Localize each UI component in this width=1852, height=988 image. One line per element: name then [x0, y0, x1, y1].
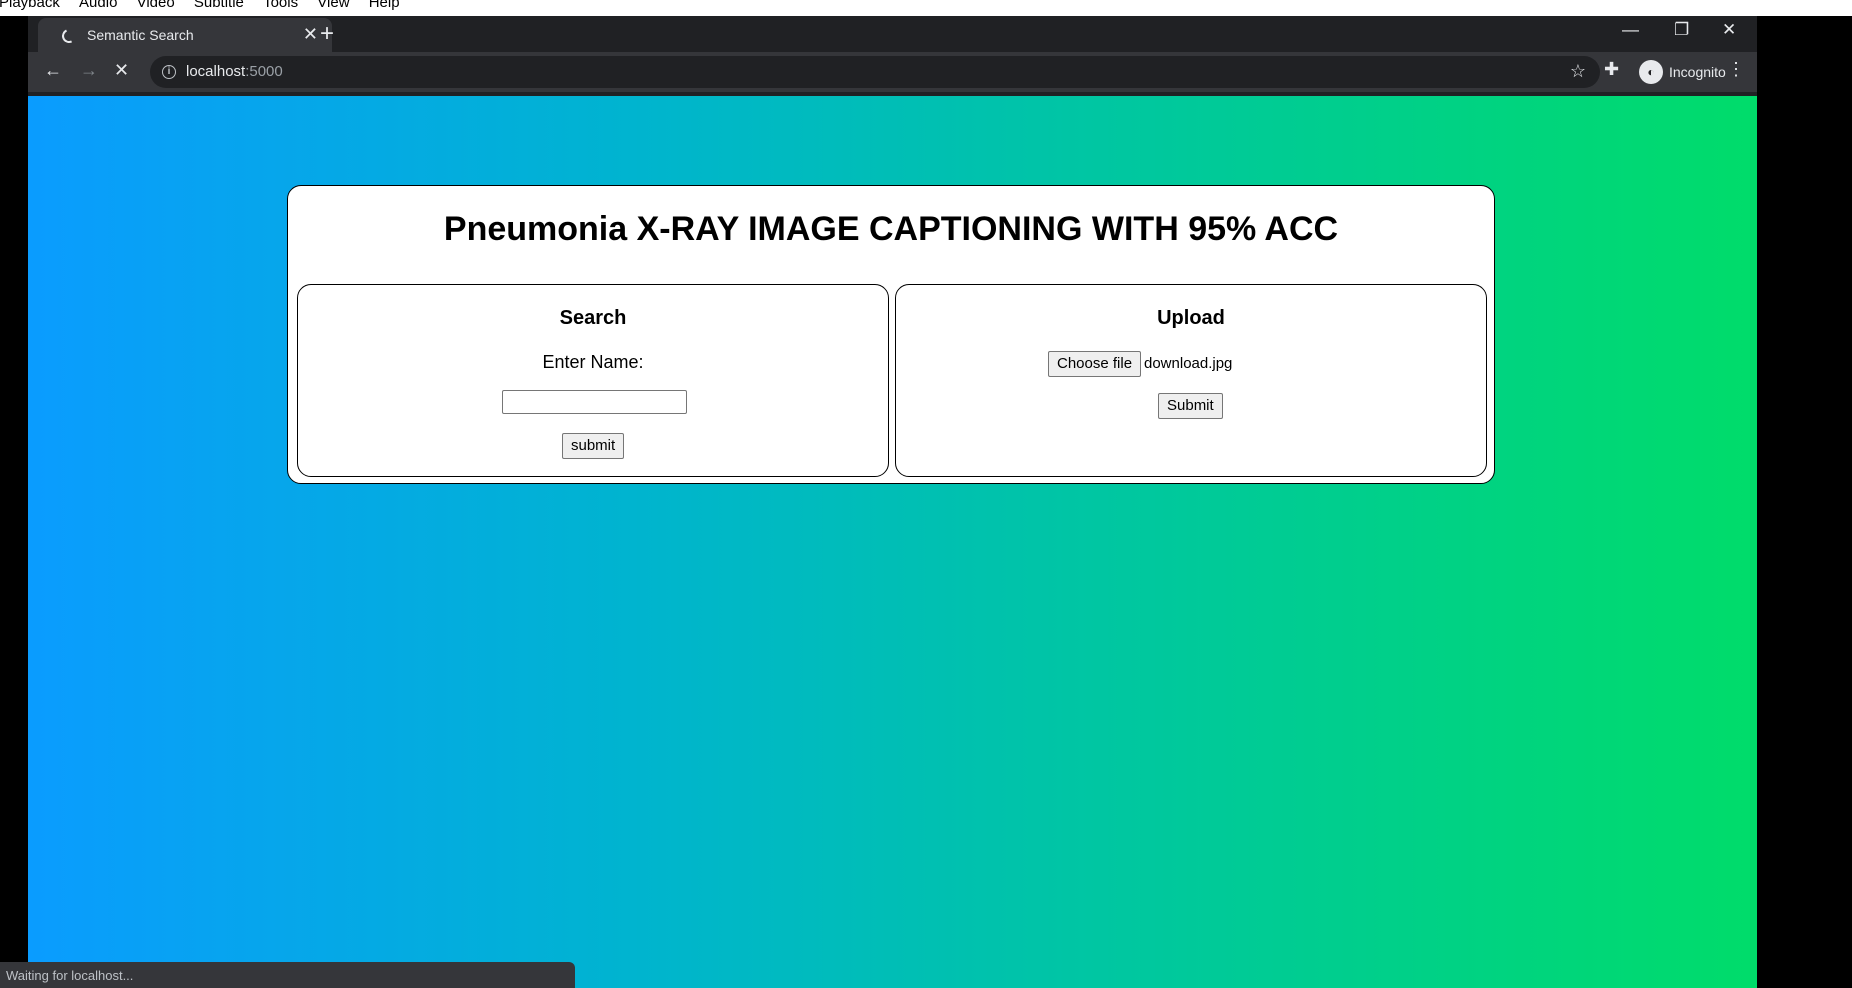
menu-subtitle[interactable]: Subtitle [194, 0, 244, 10]
stop-loading-icon[interactable]: ✕ [114, 60, 129, 81]
loading-spinner-icon [60, 27, 78, 45]
new-tab-plus-icon[interactable]: + [320, 20, 334, 48]
main-card: Pneumonia X-RAY IMAGE CAPTIONING WITH 95… [287, 185, 1495, 484]
back-arrow-icon[interactable]: ← [44, 60, 62, 81]
menu-playback[interactable]: Playback [0, 0, 60, 10]
name-label: Enter Name: [542, 352, 644, 372]
tab-strip: Semantic Search ✕ + — ❐ ✕ [28, 16, 1757, 52]
bookmark-star-icon[interactable]: ☆ [1570, 61, 1586, 82]
url-text: localhost:5000 [186, 63, 283, 80]
url-host: localhost [186, 63, 246, 80]
info-icon[interactable]: i [162, 65, 176, 79]
close-icon[interactable]: ✕ [303, 24, 318, 45]
page-title: Pneumonia X-RAY IMAGE CAPTIONING WITH 95… [443, 210, 1339, 248]
page-viewport: Pneumonia X-RAY IMAGE CAPTIONING WITH 95… [28, 96, 1757, 988]
choose-file-button[interactable]: Choose file [1048, 351, 1142, 377]
tab-title: Semantic Search [87, 27, 194, 43]
name-input[interactable] [502, 390, 687, 414]
menu-help[interactable]: Help [369, 0, 400, 10]
browser-toolbar: ← → ✕ i localhost:5000 ☆ ✚ ◐ Incognito ⋮ [28, 52, 1757, 92]
incognito-icon: ◐ [1639, 60, 1663, 84]
restore-icon[interactable]: ❐ [1674, 20, 1689, 40]
forward-arrow-icon[interactable]: → [80, 60, 98, 81]
browser-window: Semantic Search ✕ + — ❐ ✕ ← → ✕ i localh… [28, 16, 1757, 988]
search-submit-button[interactable]: submit [562, 433, 625, 459]
minimize-icon[interactable]: — [1622, 20, 1639, 40]
tab-semantic-search[interactable]: Semantic Search ✕ [38, 18, 332, 52]
window-close-icon[interactable]: ✕ [1722, 20, 1736, 40]
player-menu-bar: Playback Audio Video Subtitle Tools View… [0, 0, 1852, 16]
selected-file-name: download.jpg [1144, 355, 1233, 372]
more-menu-icon[interactable]: ⋮ [1727, 59, 1745, 80]
menu-audio[interactable]: Audio [79, 0, 117, 10]
search-title: Search [559, 307, 627, 329]
upload-title: Upload [1157, 307, 1225, 329]
upload-submit-button[interactable]: Submit [1158, 393, 1223, 419]
status-text: Waiting for localhost... [6, 968, 134, 983]
incognito-profile-button[interactable]: ◐ Incognito [1609, 58, 1726, 86]
menu-tools[interactable]: Tools [263, 0, 298, 10]
menu-view[interactable]: View [317, 0, 349, 10]
menu-video[interactable]: Video [137, 0, 175, 10]
search-panel: Search Enter Name: submit [297, 284, 889, 477]
status-bubble: Waiting for localhost... [0, 962, 575, 988]
profile-label: Incognito [1669, 64, 1726, 80]
upload-panel: Upload Choose file download.jpg Submit [895, 284, 1487, 477]
address-bar[interactable]: i localhost:5000 ☆ [150, 56, 1600, 88]
url-port: :5000 [245, 63, 283, 80]
